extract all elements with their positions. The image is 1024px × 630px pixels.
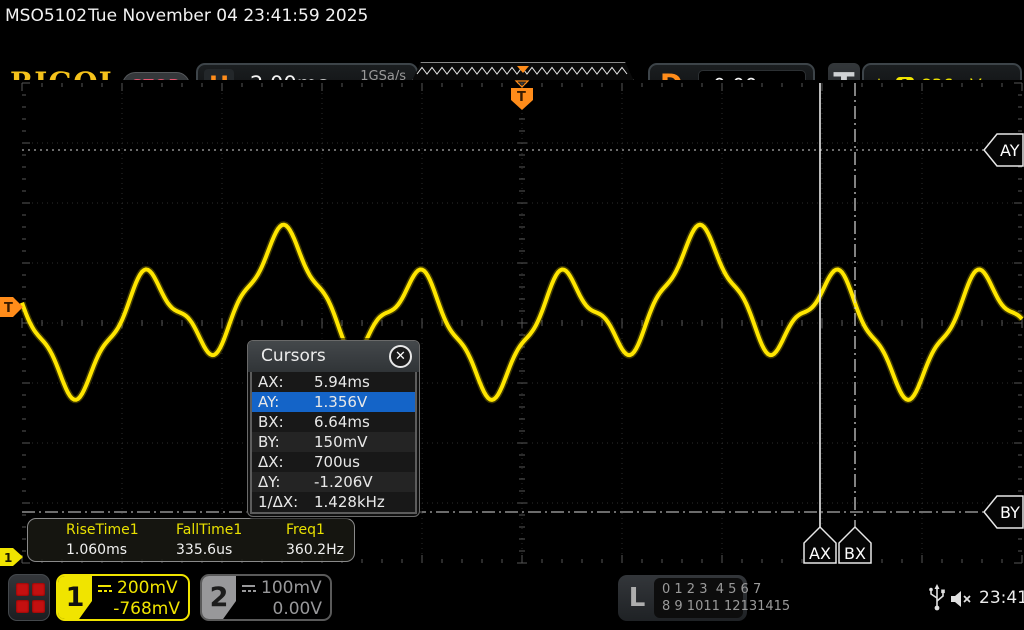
channel1-number: 1	[58, 576, 92, 619]
trigger-position-label: T	[517, 90, 526, 105]
cursor-row-dx[interactable]: ΔX:700us	[252, 452, 415, 472]
channel1-offset: -768mV	[96, 599, 180, 619]
measurement-label: RiseTime1	[66, 522, 176, 538]
menu-grid-icon	[32, 600, 45, 613]
header-bar: RIGOL STOP H 2.00ms 1GSa/s20Mpts Measure…	[0, 30, 1024, 80]
cursors-dialog[interactable]: Cursors ✕ AX:5.94ms AY:1.356V BX:6.64ms …	[247, 340, 420, 517]
overview-zigzag	[413, 63, 633, 80]
logic-channel-numbers: 0 1 2 3 4 5 6 78 9 1011 12131415	[654, 578, 743, 618]
dc-coupling-icon	[96, 583, 113, 594]
measurement-value: 360.2Hz	[286, 542, 396, 558]
quick-menu-button[interactable]	[8, 574, 50, 621]
measurement-risetime: RiseTime1 1.060ms	[66, 522, 176, 558]
cursor-row-bx[interactable]: BX:6.64ms	[252, 412, 415, 432]
channel2-scale: 100mV	[261, 578, 322, 598]
clock: 23:41	[979, 588, 1024, 608]
datetime: Tue November 04 23:41:59 2025	[88, 6, 368, 26]
channel1-badge[interactable]: 1 200mV -768mV	[56, 574, 190, 621]
cursors-dialog-title: Cursors	[261, 346, 326, 366]
cursor-bx-label: BX	[844, 544, 866, 563]
menu-grid-icon	[32, 583, 45, 596]
usb-icon	[929, 584, 945, 612]
cursor-row-dy[interactable]: ΔY:-1.206V	[252, 472, 415, 492]
measurement-panel[interactable]: RiseTime1 1.060ms FallTime1 335.6us Freq…	[27, 518, 355, 562]
bottom-bar: 1 200mV -768mV 2	[0, 566, 1024, 630]
measurement-falltime: FallTime1 335.6us	[176, 522, 286, 558]
status-bar: MSO5102 Tue November 04 23:41:59 2025	[0, 0, 1024, 30]
grid-lines	[22, 83, 1022, 563]
trigger-level-label: T	[4, 301, 13, 316]
measurement-value: 1.060ms	[66, 542, 176, 558]
cursor-ay-label: AY	[1000, 141, 1020, 160]
logic-channels-badge[interactable]: L 0 1 2 3 4 5 6 78 9 1011 12131415	[618, 575, 747, 621]
graticule: AY BY AX BX T T 1	[0, 80, 1024, 566]
menu-grid-icon	[16, 600, 29, 613]
oscilloscope-screen: MSO5102 Tue November 04 23:41:59 2025 RI…	[0, 0, 1024, 630]
channel2-badge[interactable]: 2 100mV 0.00V	[200, 574, 332, 621]
cursor-by-label: BY	[1000, 503, 1020, 522]
cursor-row-inv-dx[interactable]: 1/ΔX:1.428kHz	[252, 492, 415, 512]
channel1-scale: 200mV	[117, 578, 178, 598]
cursors-dialog-body: AX:5.94ms AY:1.356V BX:6.64ms BY:150mV Δ…	[250, 372, 417, 514]
cursor-row-ay[interactable]: AY:1.356V	[252, 392, 415, 412]
measurement-label: FallTime1	[176, 522, 286, 538]
speaker-muted-icon[interactable]	[950, 590, 974, 608]
cursor-row-ax[interactable]: AX:5.94ms	[252, 372, 415, 392]
dc-coupling-icon	[240, 583, 257, 594]
measurement-freq: Freq1 360.2Hz	[286, 522, 396, 558]
channel2-number: 2	[202, 576, 236, 619]
waveform-overview-strip[interactable]	[412, 62, 634, 81]
measurement-value: 335.6us	[176, 542, 286, 558]
measurement-label: Freq1	[286, 522, 396, 538]
channel2-offset: 0.00V	[240, 599, 322, 619]
ch1-ground-label: 1	[4, 551, 12, 565]
waveform-display: AY BY AX BX T T 1 RiseTime1 1.060ms	[0, 80, 1024, 566]
cursors-dialog-header[interactable]: Cursors ✕	[248, 341, 419, 372]
close-icon[interactable]: ✕	[389, 345, 412, 368]
menu-grid-icon	[16, 583, 29, 596]
model-name: MSO5102	[5, 6, 87, 26]
logic-key: L	[622, 577, 652, 619]
cursor-row-by[interactable]: BY:150mV	[252, 432, 415, 452]
cursor-ax-label: AX	[809, 544, 831, 563]
